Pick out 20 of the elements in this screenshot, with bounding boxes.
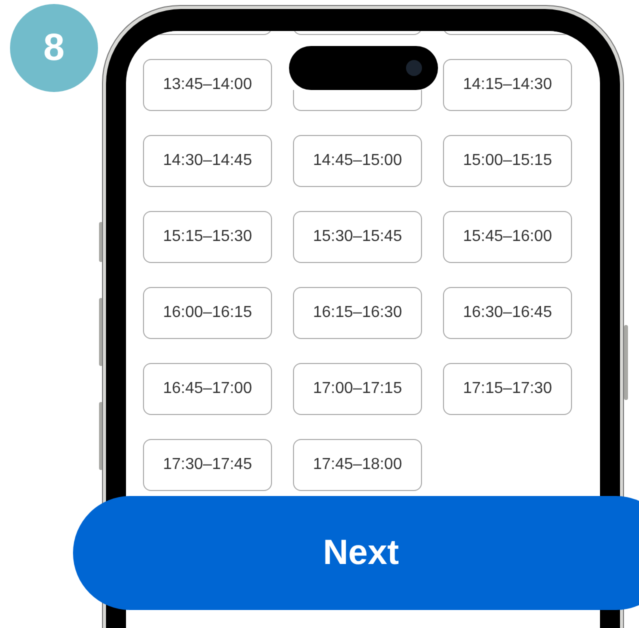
time-slot[interactable] (293, 90, 422, 111)
time-slot[interactable]: 16:00–16:15 (143, 287, 272, 339)
time-slot[interactable]: 15:30–15:45 (293, 211, 422, 263)
time-slot[interactable]: 15:00–15:15 (443, 135, 572, 187)
time-slot[interactable]: 14:15–14:30 (443, 59, 572, 111)
next-button[interactable]: Next (73, 496, 639, 610)
time-slot[interactable]: 15:15–15:30 (143, 211, 272, 263)
time-slot[interactable]: 17:30–17:45 (143, 439, 272, 491)
time-slot[interactable]: 16:30–16:45 (443, 287, 572, 339)
time-slot[interactable]: 14:30–14:45 (143, 135, 272, 187)
time-slot[interactable]: 17:45–18:00 (293, 439, 422, 491)
step-badge: 8 (10, 4, 98, 92)
time-slot[interactable]: 16:45–17:00 (143, 363, 272, 415)
time-slot[interactable]: 17:15–17:30 (443, 363, 572, 415)
camera-icon (406, 60, 422, 76)
time-slot[interactable]: 16:15–16:30 (293, 287, 422, 339)
time-slot[interactable]: 15:45–16:00 (443, 211, 572, 263)
time-slot[interactable]: 14:45–15:00 (293, 135, 422, 187)
time-slot[interactable]: 13:45–14:00 (143, 59, 272, 111)
time-slot[interactable]: 17:00–17:15 (293, 363, 422, 415)
